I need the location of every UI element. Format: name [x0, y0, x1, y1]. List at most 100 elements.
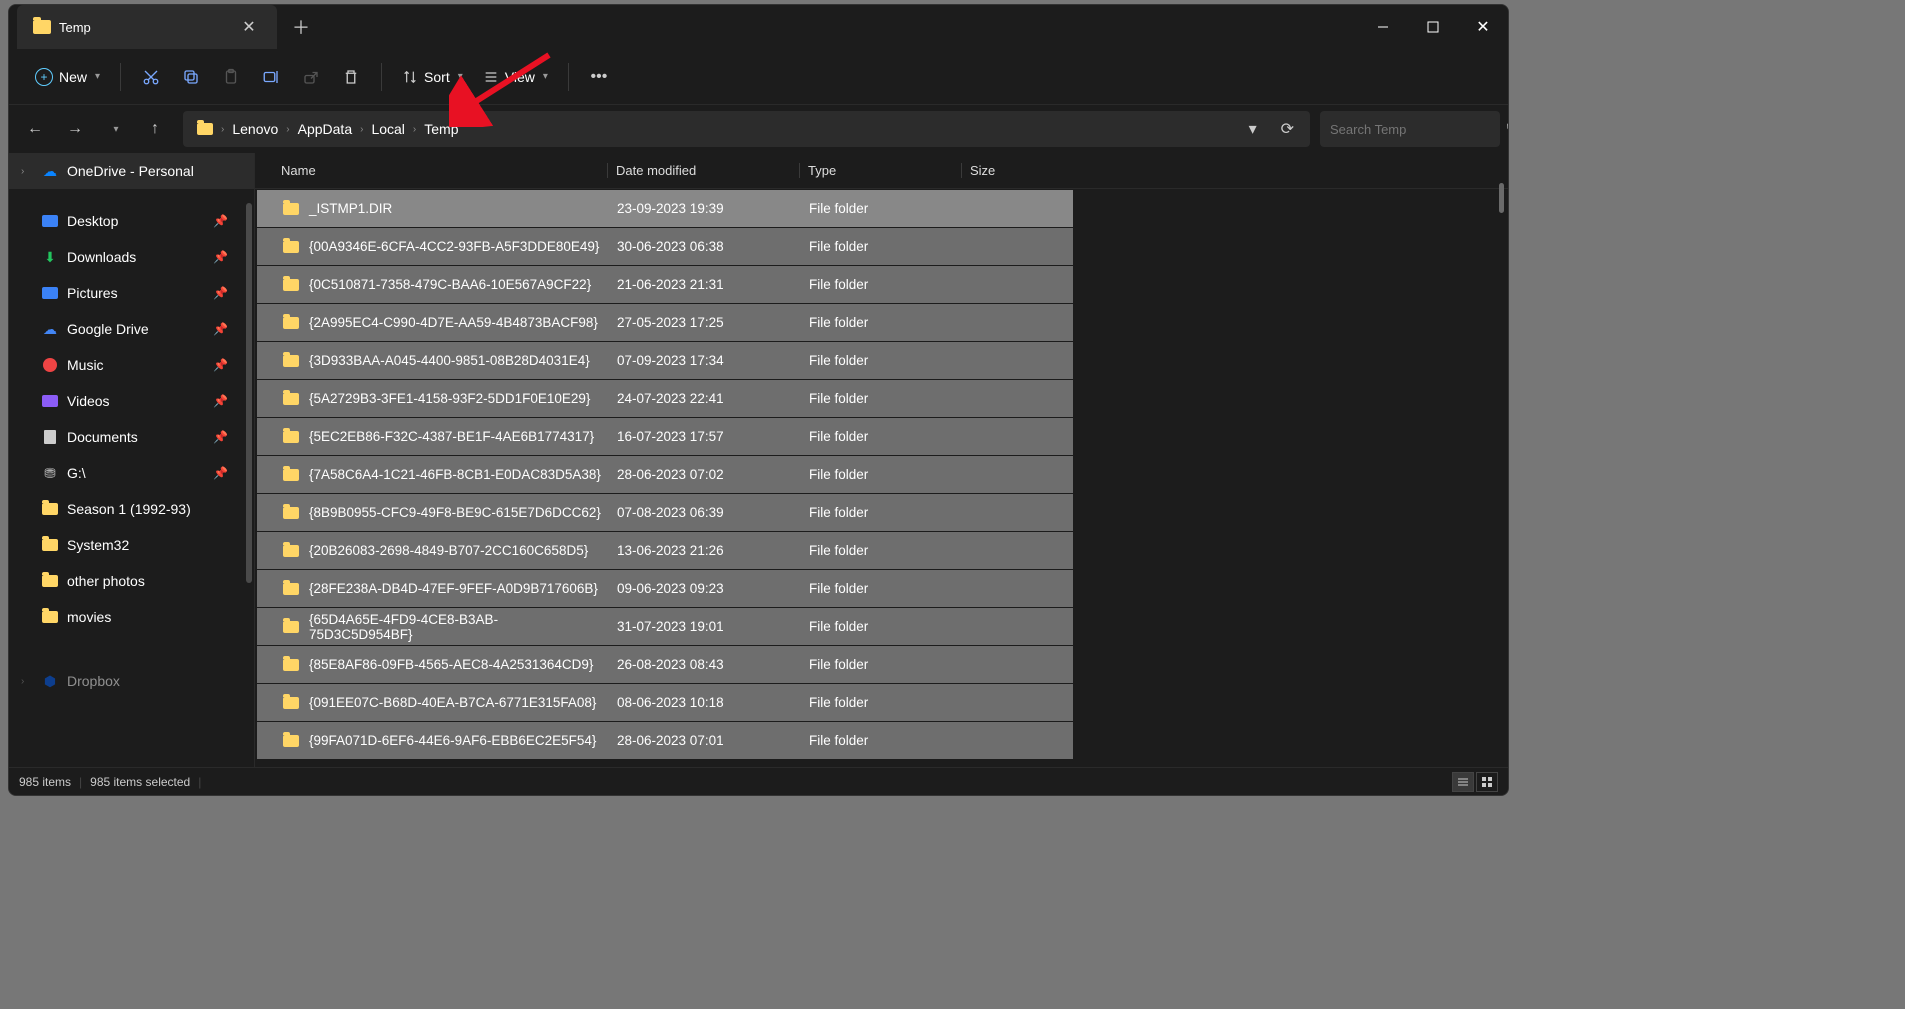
file-row[interactable]: {3D933BAA-A045-4400-9851-08B28D4031E4}07… — [257, 342, 1073, 379]
up-button[interactable]: ↑ — [137, 111, 173, 147]
scrollbar[interactable] — [246, 203, 252, 583]
folder-icon — [283, 659, 299, 671]
file-date: 31-07-2023 19:01 — [609, 619, 801, 634]
file-row[interactable]: {65D4A65E-4FD9-4CE8-B3AB-75D3C5D954BF}31… — [257, 608, 1073, 645]
sidebar-item[interactable]: ☁Google Drive📌 — [9, 311, 254, 347]
back-button[interactable]: ← — [17, 111, 53, 147]
sort-icon — [402, 69, 418, 85]
file-row[interactable]: {28FE238A-DB4D-47EF-9FEF-A0D9B717606B}09… — [257, 570, 1073, 607]
sidebar-item[interactable]: Season 1 (1992-93) — [9, 491, 254, 527]
breadcrumb[interactable]: Lenovo — [226, 121, 284, 137]
file-row[interactable]: _ISTMP1.DIR23-09-2023 19:39File folder — [257, 190, 1073, 227]
file-name: {8B9B0955-CFC9-49F8-BE9C-615E7D6DCC62} — [309, 505, 601, 520]
breadcrumb[interactable]: Local — [365, 121, 410, 137]
file-type: File folder — [801, 695, 963, 710]
tab[interactable]: Temp ✕ — [17, 5, 277, 49]
file-date: 21-06-2023 21:31 — [609, 277, 801, 292]
new-button[interactable]: + New ▾ — [25, 59, 110, 95]
delete-button[interactable] — [331, 59, 371, 95]
cut-button[interactable] — [131, 59, 171, 95]
file-row[interactable]: {8B9B0955-CFC9-49F8-BE9C-615E7D6DCC62}07… — [257, 494, 1073, 531]
sidebar-dropbox[interactable]: › ⬢ Dropbox — [9, 663, 254, 699]
breadcrumb[interactable]: Temp — [418, 121, 464, 137]
statusbar: 985 items | 985 items selected | — [9, 767, 1508, 795]
sidebar-item[interactable]: System32 — [9, 527, 254, 563]
thumbnails-view-button[interactable] — [1476, 772, 1498, 792]
breadcrumb-root[interactable] — [191, 123, 219, 135]
details-view-button[interactable] — [1452, 772, 1474, 792]
paste-button[interactable] — [211, 59, 251, 95]
sidebar-item[interactable]: other photos — [9, 563, 254, 599]
sidebar-item-label: Google Drive — [67, 321, 205, 337]
file-row[interactable]: {5EC2EB86-F32C-4387-BE1F-4AE6B1774317}16… — [257, 418, 1073, 455]
file-type: File folder — [801, 505, 963, 520]
sidebar-item-label: Videos — [67, 393, 205, 409]
plus-circle-icon: + — [35, 68, 53, 86]
sort-button[interactable]: Sort ▾ — [392, 59, 473, 95]
file-type: File folder — [801, 467, 963, 482]
sidebar-item[interactable]: Music📌 — [9, 347, 254, 383]
rename-button[interactable] — [251, 59, 291, 95]
column-date[interactable]: Date modified — [607, 163, 799, 178]
sidebar-item[interactable]: Pictures📌 — [9, 275, 254, 311]
minimize-button[interactable] — [1358, 5, 1408, 49]
forward-button[interactable]: → — [57, 111, 93, 147]
maximize-button[interactable] — [1408, 5, 1458, 49]
file-type: File folder — [801, 733, 963, 748]
column-size[interactable]: Size — [961, 163, 1061, 178]
tab-close-button[interactable]: ✕ — [237, 15, 261, 39]
tab-title: Temp — [59, 20, 229, 35]
scrollbar[interactable] — [1499, 183, 1504, 213]
file-row[interactable]: {5A2729B3-3FE1-4158-93F2-5DD1F0E10E29}24… — [257, 380, 1073, 417]
share-button[interactable] — [291, 59, 331, 95]
column-type[interactable]: Type — [799, 163, 961, 178]
file-row[interactable]: {2A995EC4-C990-4D7E-AA59-4B4873BACF98}27… — [257, 304, 1073, 341]
file-type: File folder — [801, 201, 963, 216]
file-row[interactable]: {99FA071D-6EF6-44E6-9AF6-EBB6EC2E5F54}28… — [257, 722, 1073, 759]
column-name[interactable]: Name⌃ — [273, 163, 607, 178]
address-dropdown[interactable]: ▾ — [1241, 119, 1265, 139]
file-name: {5A2729B3-3FE1-4158-93F2-5DD1F0E10E29} — [309, 391, 590, 406]
breadcrumb[interactable]: AppData — [292, 121, 358, 137]
search-icon: 🔍 — [1506, 121, 1509, 137]
file-date: 23-09-2023 19:39 — [609, 201, 801, 216]
file-name: {00A9346E-6CFA-4CC2-93FB-A5F3DDE80E49} — [309, 239, 599, 254]
file-name: {85E8AF86-09FB-4565-AEC8-4A2531364CD9} — [309, 657, 593, 672]
file-row[interactable]: {20B26083-2698-4849-B707-2CC160C658D5}13… — [257, 532, 1073, 569]
search-input[interactable] — [1330, 122, 1506, 137]
search-box[interactable]: 🔍 — [1320, 111, 1500, 147]
sidebar-onedrive[interactable]: › ☁ OneDrive - Personal — [9, 153, 254, 189]
pin-icon: 📌 — [213, 214, 228, 228]
toolbar: + New ▾ Sort ▾ View ▾ ••• — [9, 49, 1508, 105]
sidebar-item[interactable]: ⛃G:\📌 — [9, 455, 254, 491]
file-row[interactable]: {00A9346E-6CFA-4CC2-93FB-A5F3DDE80E49}30… — [257, 228, 1073, 265]
recent-button[interactable]: ▾ — [97, 111, 133, 147]
titlebar: Temp ✕ ＋ ✕ — [9, 5, 1508, 49]
sidebar-item[interactable]: Videos 📌 — [9, 383, 254, 419]
dropbox-icon: ⬢ — [41, 672, 59, 690]
cloud-icon: ☁ — [41, 162, 59, 180]
copy-button[interactable] — [171, 59, 211, 95]
refresh-button[interactable]: ⟳ — [1273, 119, 1302, 139]
file-date: 28-06-2023 07:01 — [609, 733, 801, 748]
sidebar-item[interactable]: ⬇Downloads📌 — [9, 239, 254, 275]
folder-icon — [41, 536, 59, 554]
file-row[interactable]: {091EE07C-B68D-40EA-B7CA-6771E315FA08}08… — [257, 684, 1073, 721]
file-name: {20B26083-2698-4849-B707-2CC160C658D5} — [309, 543, 588, 558]
sidebar-item[interactable]: movies — [9, 599, 254, 635]
sidebar-item-label: G:\ — [67, 465, 205, 481]
folder-icon — [283, 507, 299, 519]
close-button[interactable]: ✕ — [1458, 5, 1508, 49]
sidebar-item[interactable]: Desktop📌 — [9, 203, 254, 239]
sidebar-item[interactable]: Documents📌 — [9, 419, 254, 455]
more-button[interactable]: ••• — [579, 59, 619, 95]
file-row[interactable]: {0C510871-7358-479C-BAA6-10E567A9CF22}21… — [257, 266, 1073, 303]
column-headers: Name⌃ Date modified Type Size — [255, 153, 1508, 189]
view-button[interactable]: View ▾ — [473, 59, 558, 95]
new-tab-button[interactable]: ＋ — [281, 7, 321, 47]
file-row[interactable]: {7A58C6A4-1C21-46FB-8CB1-E0DAC83D5A38}28… — [257, 456, 1073, 493]
file-row[interactable]: {85E8AF86-09FB-4565-AEC8-4A2531364CD9}26… — [257, 646, 1073, 683]
address-bar[interactable]: › Lenovo › AppData › Local › Temp ▾ ⟳ — [183, 111, 1310, 147]
pin-icon: 📌 — [213, 394, 228, 408]
drive-icon: ⛃ — [41, 464, 59, 482]
